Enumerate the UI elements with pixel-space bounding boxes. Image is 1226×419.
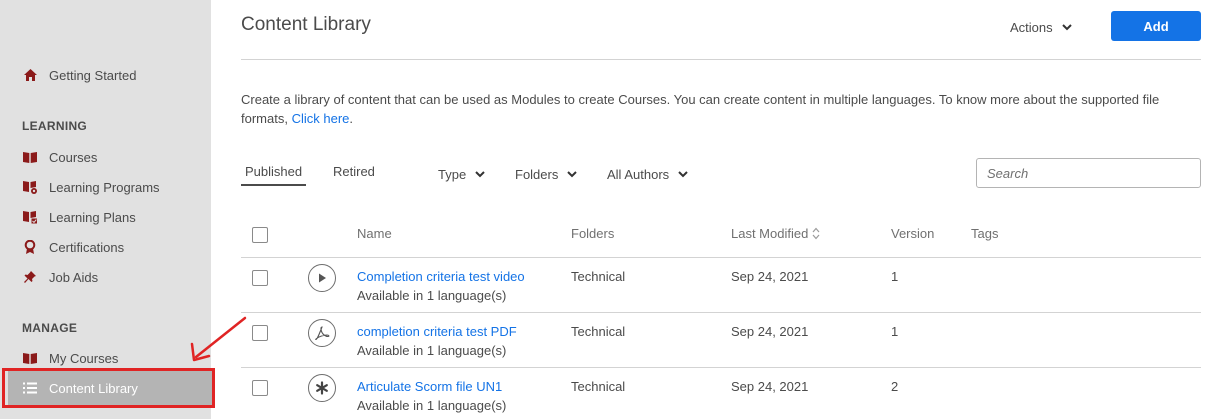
language-availability: Available in 1 language(s) <box>357 343 507 358</box>
divider <box>241 312 1201 313</box>
folder-cell: Technical <box>571 324 626 339</box>
description: Create a library of content that can be … <box>241 90 1203 128</box>
chevron-down-icon <box>567 170 578 178</box>
sidebar-item-certifications[interactable]: Certifications <box>22 236 124 258</box>
learning-plan-icon <box>22 209 38 225</box>
sidebar-item-label: Learning Plans <box>49 209 136 225</box>
add-button[interactable]: Add <box>1111 11 1201 41</box>
sidebar-item-label: Courses <box>49 149 98 165</box>
page-title: Content Library <box>241 14 371 35</box>
description-text: Create a library of content that can be … <box>241 92 1160 126</box>
language-availability: Available in 1 language(s) <box>357 288 507 303</box>
sidebar-item-label: Job Aids <box>49 269 99 285</box>
sidebar-section-learning: LEARNING <box>22 119 88 133</box>
row-checkbox[interactable] <box>252 380 268 396</box>
filter-label: All Authors <box>607 166 670 182</box>
tab-retired[interactable]: Retired <box>333 164 375 179</box>
filter-label: Folders <box>515 166 559 182</box>
home-icon <box>22 67 38 83</box>
sidebar-item-learning-plans[interactable]: Learning Plans <box>22 206 136 228</box>
chevron-down-icon <box>1061 23 1072 31</box>
version-cell: 2 <box>891 379 899 394</box>
column-header-folders: Folders <box>571 226 615 241</box>
divider <box>241 367 1201 368</box>
folders-filter[interactable]: Folders <box>515 166 578 182</box>
sidebar-item-label: Learning Programs <box>49 179 160 195</box>
version-cell: 1 <box>891 324 899 339</box>
search-input[interactable] <box>976 158 1201 188</box>
sidebar: Getting Started LEARNING Courses Learnin… <box>0 0 212 419</box>
select-all-checkbox[interactable] <box>252 227 268 243</box>
divider <box>241 257 1201 258</box>
sidebar-item-label: Certifications <box>49 239 125 255</box>
authors-filter[interactable]: All Authors <box>607 166 688 182</box>
sidebar-item-learning-programs[interactable]: Learning Programs <box>22 176 160 198</box>
book-icon <box>22 149 38 165</box>
filter-label: Type <box>438 166 467 182</box>
sidebar-item-courses[interactable]: Courses <box>22 146 97 168</box>
sidebar-item-label: Content Library <box>49 380 138 396</box>
play-icon <box>308 264 336 292</box>
content-name-link[interactable]: completion criteria test PDF <box>357 324 517 339</box>
actions-dropdown[interactable]: Actions <box>1010 18 1072 36</box>
sort-icon <box>812 227 820 240</box>
divider <box>241 59 1201 60</box>
scorm-asterisk-icon <box>308 374 336 402</box>
column-header-version: Version <box>891 226 935 241</box>
pdf-icon <box>308 319 336 347</box>
row-checkbox[interactable] <box>252 325 268 341</box>
click-here-link[interactable]: Click here <box>292 111 350 126</box>
sidebar-item-label: My Courses <box>49 350 119 366</box>
column-header-last-modified[interactable]: Last Modified <box>731 226 820 241</box>
sidebar-item-my-courses[interactable]: My Courses <box>22 347 118 369</box>
last-modified-cell: Sep 24, 2021 <box>731 324 809 339</box>
content-name-link[interactable]: Articulate Scorm file UN1 <box>357 379 502 394</box>
book-icon <box>22 350 38 366</box>
sidebar-section-manage: MANAGE <box>22 321 78 335</box>
sidebar-item-getting-started[interactable]: Getting Started <box>22 64 136 86</box>
chevron-down-icon <box>475 170 485 178</box>
version-cell: 1 <box>891 269 899 284</box>
description-suffix: . <box>349 111 353 126</box>
row-checkbox[interactable] <box>252 270 268 286</box>
column-header-name[interactable]: Name <box>357 226 392 241</box>
column-header-label: Last Modified <box>731 226 809 241</box>
last-modified-cell: Sep 24, 2021 <box>731 269 809 284</box>
actions-label: Actions <box>1010 19 1053 35</box>
tab-published[interactable]: Published <box>241 164 307 186</box>
certificate-icon <box>22 239 38 255</box>
language-availability: Available in 1 language(s) <box>357 398 507 413</box>
sidebar-item-label: Getting Started <box>49 67 137 83</box>
pushpin-icon <box>22 269 38 285</box>
sidebar-item-content-library[interactable]: Content Library <box>8 371 212 405</box>
type-filter[interactable]: Type <box>438 166 485 182</box>
content-name-link[interactable]: Completion criteria test video <box>357 269 525 284</box>
chevron-down-icon <box>678 170 688 178</box>
column-header-tags: Tags <box>971 226 999 241</box>
folder-cell: Technical <box>571 379 626 394</box>
learning-program-icon <box>22 179 38 195</box>
list-icon <box>22 380 38 396</box>
sidebar-item-job-aids[interactable]: Job Aids <box>22 266 98 288</box>
folder-cell: Technical <box>571 269 626 284</box>
last-modified-cell: Sep 24, 2021 <box>731 379 809 394</box>
